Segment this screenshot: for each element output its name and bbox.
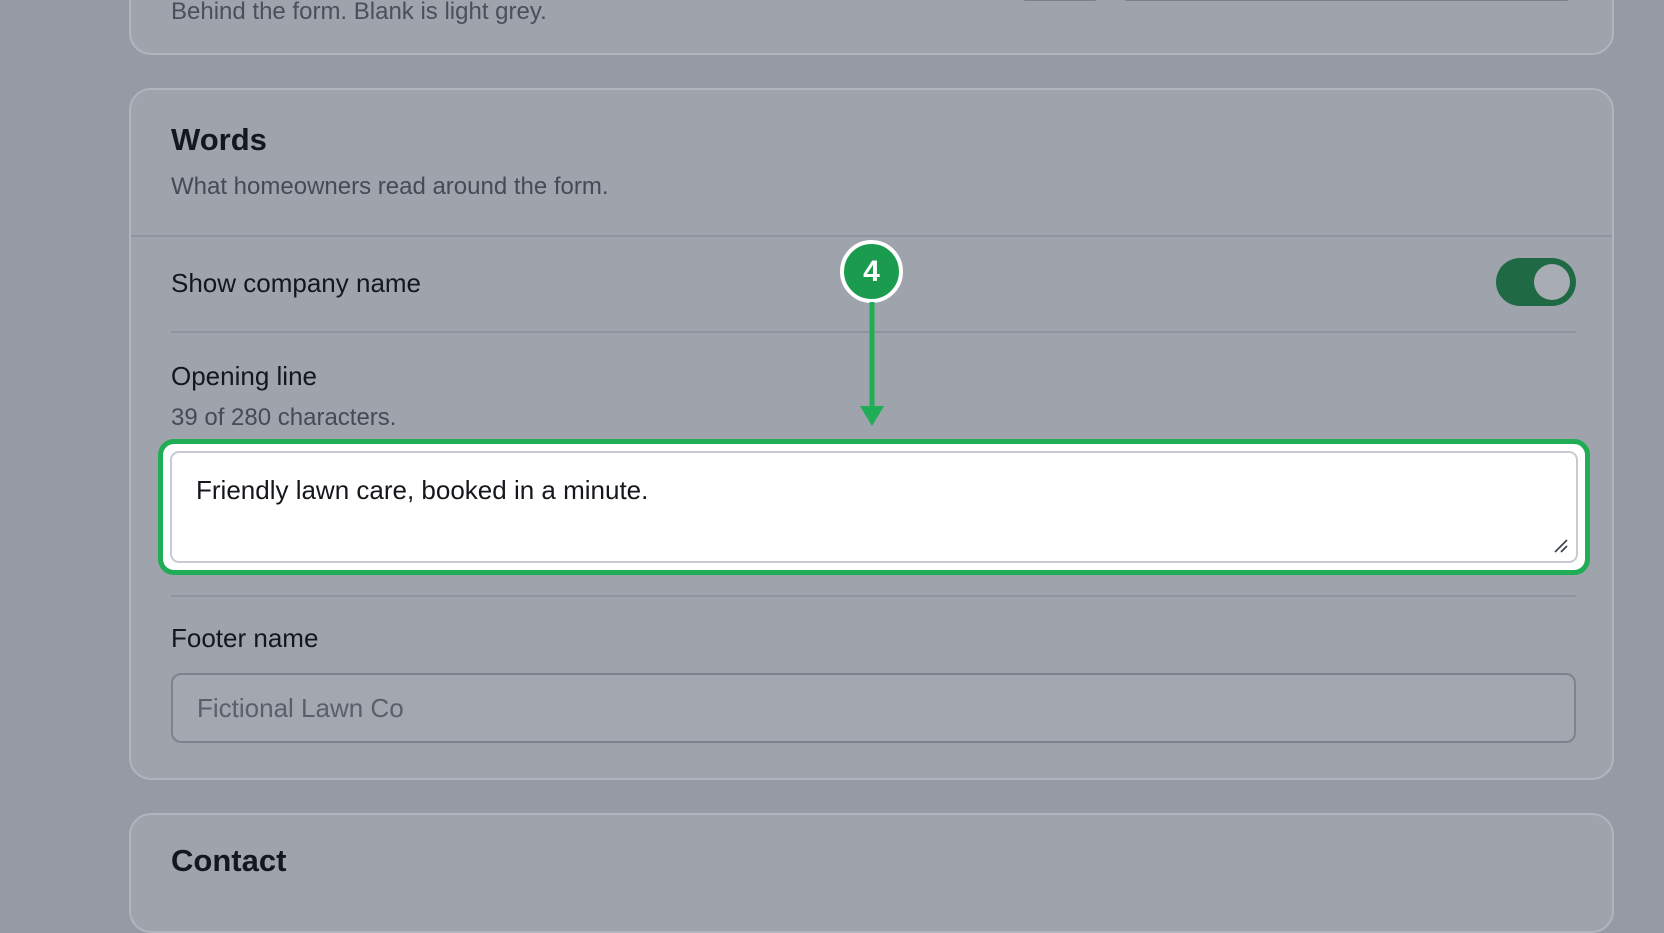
arrow-down-icon (860, 302, 884, 426)
words-title: Words (171, 122, 267, 157)
opening-line-char-count: 39 of 280 characters. (171, 404, 397, 431)
background-color-card: Behind the form. Blank is light grey. (129, 0, 1614, 55)
show-company-name-label: Show company name (171, 268, 422, 298)
background-hint: Behind the form. Blank is light grey. (171, 0, 547, 25)
footer-name-label: Footer name (171, 623, 319, 653)
step-badge: 4 (840, 240, 903, 303)
background-color-swatch[interactable] (1018, 0, 1102, 1)
toggle-knob (1534, 264, 1570, 300)
opening-line-textarea[interactable]: Friendly lawn care, booked in a minute. (170, 451, 1578, 563)
opening-line-label: Opening line (171, 361, 317, 391)
footer-name-input[interactable] (171, 673, 1576, 743)
show-company-name-toggle[interactable] (1496, 258, 1576, 306)
words-header: Words What homeowners read around the fo… (131, 90, 1612, 237)
words-card: Words What homeowners read around the fo… (129, 88, 1614, 780)
words-subtitle: What homeowners read around the form. (171, 173, 609, 200)
opening-line-value: Friendly lawn care, booked in a minute. (196, 475, 649, 505)
background-color-input[interactable] (1119, 0, 1574, 1)
contact-card: Contact (129, 813, 1614, 933)
divider (171, 595, 1576, 597)
resize-grip-icon[interactable] (1552, 537, 1568, 553)
opening-line-highlight: Friendly lawn care, booked in a minute. (158, 439, 1590, 575)
contact-title: Contact (171, 843, 287, 878)
